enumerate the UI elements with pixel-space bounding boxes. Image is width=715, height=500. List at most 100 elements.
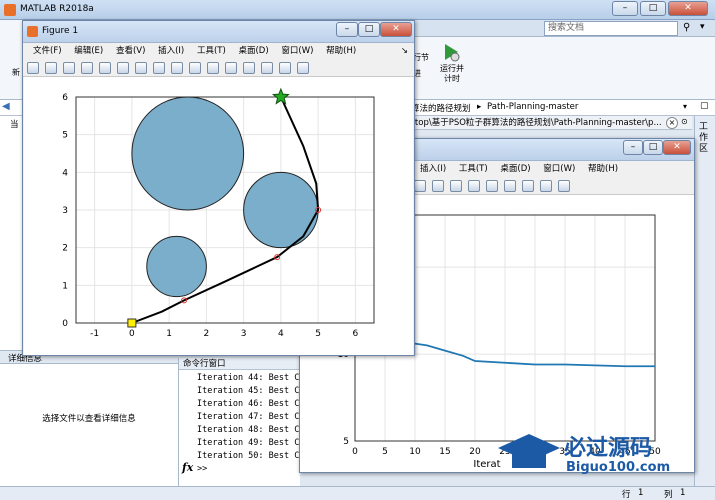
address-path-part1[interactable]: 算法的路径规划 [411,102,471,114]
maximize-button[interactable]: □ [640,1,666,16]
command-output-line: Iteration 45: Best Co [197,386,305,396]
ribbon-run-section-label[interactable]: 行节 [413,52,429,63]
open-file-icon[interactable] [45,62,57,74]
menu-view[interactable]: 查看(V) [116,43,145,59]
edit-plot-icon[interactable] [99,62,111,74]
close-button[interactable]: ✕ [668,1,708,16]
brush-icon[interactable] [207,62,219,74]
search-docs-input[interactable]: 搜索文档 [544,21,678,36]
back-arrow-icon[interactable]: ◀ [2,101,10,112]
rotate-icon[interactable] [432,180,444,192]
app-title: MATLAB R2018a [20,4,94,14]
figure-1-window[interactable]: Figure 1 – □ ✕ 文件(F) 编辑(E) 查看(V) 插入(I) 工… [22,20,415,356]
x-tick-label: -1 [90,329,99,339]
details-message: 选择文件以查看详细信息 [42,414,136,424]
current-folder-header: 当 [10,120,19,130]
brush-icon[interactable] [468,180,480,192]
obstacle-circle [243,171,319,249]
current-folder-path-text: ktop\基于PSO粒子群算法的路径规划\Path-Planning-maste… [410,118,662,128]
x-tick-label: 4 [278,329,284,339]
collapse-ribbon-icon[interactable]: ▾ [700,22,705,32]
legend-icon[interactable] [522,180,534,192]
figure-1-menubar: 文件(F) 编辑(E) 查看(V) 插入(I) 工具(T) 桌面(D) 窗口(W… [23,43,414,59]
x-tick-label: 2 [204,329,210,339]
link-icon[interactable] [225,62,237,74]
function-fx-icon[interactable]: fx [182,461,193,474]
run-and-time-icon[interactable] [442,42,460,62]
address-dropdown-icon[interactable]: ▾ [683,102,687,111]
save-icon[interactable] [63,62,75,74]
figure-2-menu-tools[interactable]: 工具(T) [459,161,488,177]
address-path-part2[interactable]: Path-Planning-master [487,102,578,112]
menu-tools[interactable]: 工具(T) [197,43,226,59]
x-axis-label: Iterat [473,459,500,470]
figure-2-menu-insert[interactable]: 插入(I) [420,161,446,177]
command-output-line: Iteration 50: Best Co [197,451,305,461]
figure-2-menu-help[interactable]: 帮助(H) [588,161,618,177]
panel-menu-icon[interactable]: ⊙ [681,117,688,126]
command-output-line: Iteration 44: Best Co [197,373,305,383]
x-tick-label: 5 [382,447,388,457]
run-and-time-label[interactable]: 运行并 计时 [436,64,468,84]
figure-2-menu-window[interactable]: 窗口(W) [543,161,575,177]
link-icon[interactable] [486,180,498,192]
menu-window[interactable]: 窗口(W) [281,43,313,59]
y-tick-label: 2 [62,244,68,254]
x-tick-label: 20 [469,447,481,457]
command-window[interactable]: 命令行窗口 Iteration 44: Best Co Iteration 45:… [178,358,305,486]
print-icon[interactable] [81,62,93,74]
figure-1-minimize-button[interactable]: – [336,22,358,37]
y-tick-label: 1 [62,281,68,291]
current-folder-path[interactable]: ktop\基于PSO粒子群算法的路径规划\Path-Planning-maste… [410,116,692,130]
y-tick-label: 5 [343,437,349,447]
colorbar-icon[interactable] [243,62,255,74]
legend-icon[interactable] [261,62,273,74]
data-cursor-icon[interactable] [189,62,201,74]
menubar-dock-arrow-icon[interactable]: ↘ [401,43,408,59]
x-tick-label: 6 [353,329,359,339]
dock-icon[interactable] [558,180,570,192]
figure-1-maximize-button[interactable]: □ [358,22,380,37]
rotate-icon[interactable] [171,62,183,74]
y-tick-label: 6 [62,93,68,103]
pan-icon[interactable] [153,62,165,74]
menu-help[interactable]: 帮助(H) [326,43,356,59]
zoom-out-icon[interactable] [135,62,147,74]
figure-2-close-button[interactable]: ✕ [663,140,691,155]
menu-insert[interactable]: 插入(I) [158,43,184,59]
data-cursor-icon[interactable] [450,180,462,192]
figure-2-maximize-button[interactable]: □ [643,140,663,155]
hide-tools-icon[interactable] [540,180,552,192]
search-icon[interactable]: ⚲ [683,22,690,33]
x-tick-label: 3 [241,329,247,339]
minimize-button[interactable]: – [612,1,638,16]
panel-close-icon[interactable]: × [666,117,678,129]
hide-tools-icon[interactable] [279,62,291,74]
x-tick-label: 15 [439,447,450,457]
x-tick-label: 0 [352,447,358,457]
watermark-url: Biguo100.com [566,460,671,475]
ribbon-new-label: 新 [12,68,20,77]
figure-2-menu-desktop[interactable]: 桌面(D) [500,161,530,177]
col-label: 列 [664,490,673,500]
command-window-title: 命令行窗口 [179,358,300,370]
colorbar-icon[interactable] [504,180,516,192]
zoom-in-icon[interactable] [117,62,129,74]
workspace-tab[interactable]: 工作区 [699,122,711,155]
path-planning-plot[interactable]: -1 0 1 2 3 4 5 6 0 1 2 3 4 5 6 [24,77,413,355]
figure-2-minimize-button[interactable]: – [623,140,643,155]
menu-file[interactable]: 文件(F) [33,43,62,59]
command-prompt[interactable]: >> [197,464,207,474]
row-value: 1 [638,488,644,498]
y-tick-label: 3 [62,206,68,216]
command-output-line: Iteration 47: Best Co [197,412,305,422]
y-tick-label: 5 [62,131,68,141]
figure-1-close-button[interactable]: ✕ [380,22,412,37]
pan-icon[interactable] [414,180,426,192]
browse-folder-icon[interactable]: ▢ [700,101,709,111]
menu-desktop[interactable]: 桌面(D) [238,43,268,59]
x-tick-label: 10 [409,447,421,457]
menu-edit[interactable]: 编辑(E) [74,43,103,59]
dock-icon[interactable] [297,62,309,74]
new-figure-icon[interactable] [27,62,39,74]
